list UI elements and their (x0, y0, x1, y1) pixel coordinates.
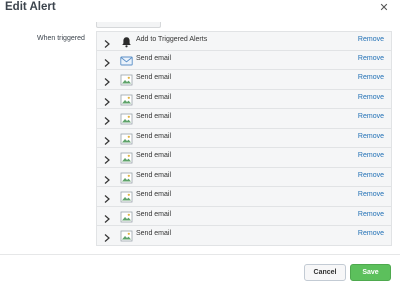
chevron-right-icon[interactable] (103, 36, 111, 48)
action-label: Add to Triggered Alerts (136, 36, 208, 43)
action-label: Send email (136, 113, 172, 120)
action-row: Send email Remove (96, 187, 392, 207)
chevron-right-icon[interactable] (103, 113, 111, 125)
image-icon (120, 93, 133, 105)
action-row: Send email Remove (96, 89, 392, 109)
remove-link[interactable]: Remove (358, 74, 384, 81)
chevron-right-icon[interactable] (103, 230, 111, 242)
remove-link[interactable]: Remove (358, 94, 384, 101)
action-label: Send email (136, 230, 172, 237)
image-icon (120, 229, 133, 242)
close-icon[interactable]: ✕ (378, 2, 390, 14)
action-label: Send email (136, 152, 172, 159)
action-row: Send email Remove (96, 206, 392, 226)
chevron-right-icon[interactable] (103, 55, 111, 67)
dialog-title: Edit Alert (5, 1, 56, 13)
action-label: Send email (136, 132, 172, 140)
image-icon (120, 132, 133, 144)
envelope-icon (120, 54, 133, 66)
action-row: Send email Remove (96, 167, 392, 187)
action-row: Add to Triggered Alerts Remove (96, 31, 392, 51)
action-label: Send email (136, 54, 172, 62)
save-button[interactable]: Save (350, 264, 391, 281)
action-label: Send email (136, 171, 172, 179)
image-icon (120, 210, 133, 222)
remove-link[interactable]: Remove (358, 230, 384, 237)
remove-link[interactable]: Remove (358, 133, 384, 140)
remove-link[interactable]: Remove (358, 113, 384, 120)
bell-icon (120, 35, 133, 48)
trigger-actions-list: Add to Triggered Alerts Remove Send email R… (96, 31, 392, 246)
chevron-right-icon[interactable] (103, 133, 111, 145)
image-icon (120, 73, 133, 86)
action-row: Send email Remove (96, 226, 392, 246)
remove-link[interactable]: Remove (358, 152, 384, 159)
chevron-right-icon[interactable] (103, 172, 111, 184)
remove-link[interactable]: Remove (358, 36, 384, 43)
collapsed-add-actions-dropdown[interactable] (96, 22, 161, 28)
remove-link[interactable]: Remove (358, 211, 384, 218)
remove-link[interactable]: Remove (358, 55, 384, 62)
action-label: Send email (136, 93, 172, 101)
image-icon (120, 151, 133, 164)
image-icon (120, 171, 133, 183)
action-row: Send email Remove (96, 128, 392, 148)
dialog-header: Edit Alert ✕ (0, 0, 400, 22)
image-icon (120, 190, 133, 203)
cancel-button[interactable]: Cancel (304, 264, 346, 281)
chevron-right-icon[interactable] (103, 211, 111, 223)
action-row: Send email Remove (96, 50, 392, 70)
action-row: Send email Remove (96, 109, 392, 129)
remove-link[interactable]: Remove (358, 191, 384, 198)
footer-divider (0, 254, 400, 255)
when-triggered-label: When triggered (37, 35, 85, 42)
action-row: Send email Remove (96, 148, 392, 168)
chevron-right-icon[interactable] (103, 94, 111, 106)
chevron-right-icon[interactable] (103, 74, 111, 86)
action-label: Send email (136, 210, 172, 218)
chevron-right-icon[interactable] (103, 152, 111, 164)
action-row: Send email Remove (96, 70, 392, 90)
image-icon (120, 112, 133, 125)
remove-link[interactable]: Remove (358, 172, 384, 179)
action-label: Send email (136, 74, 172, 81)
chevron-right-icon[interactable] (103, 191, 111, 203)
action-label: Send email (136, 191, 172, 198)
